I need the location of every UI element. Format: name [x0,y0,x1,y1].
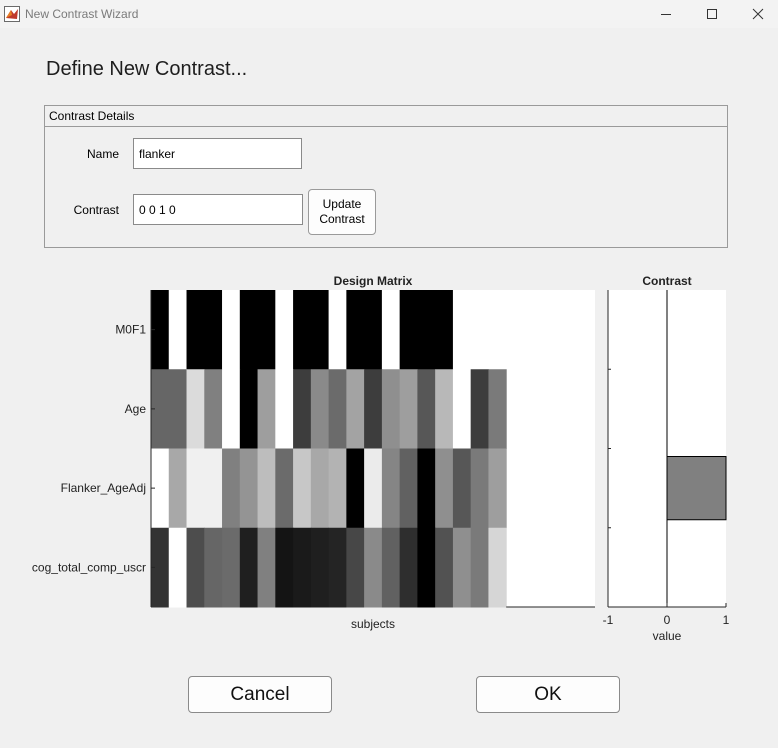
design-matrix-cell [204,369,223,449]
design-matrix-cell [381,527,401,608]
design-matrix-cell [257,369,276,449]
design-matrix-cell [310,290,330,370]
design-matrix-cell [222,369,241,449]
design-matrix-cell [452,290,472,370]
design-matrix-cell [168,448,188,529]
design-matrix-cell [186,290,205,370]
design-matrix-cell [168,527,188,608]
design-matrix-cell [328,448,347,529]
contrast-bar [666,456,727,521]
design-matrix-cell [293,290,312,370]
design-matrix-plot: M0F1 Age Flanker_AgeAdj cog_total_comp_uscr… [32,274,595,631]
design-matrix-cell [452,448,472,529]
design-matrix-cell [328,527,347,608]
design-matrix-cell [346,369,365,449]
design-matrix-cell [488,369,507,449]
design-matrix-title: Design Matrix [334,274,413,288]
design-matrix-cell [488,527,507,608]
ok-button[interactable]: OK [476,676,620,713]
design-matrix-cell [239,527,259,608]
contrast-plot: -1 0 1 Contrast value [603,274,730,643]
design-matrix-cell [417,527,436,608]
design-matrix-cell [470,448,489,529]
design-matrix-cell [364,369,383,449]
cancel-button[interactable]: Cancel [188,676,332,713]
plots-area: M0F1 Age Flanker_AgeAdj cog_total_comp_uscr… [32,274,730,643]
design-matrix-cell [399,527,418,608]
design-matrix-cell [470,290,489,370]
design-matrix-cell [364,448,383,529]
design-matrix-cell [293,369,312,449]
design-matrix-cell [328,369,347,449]
design-matrix-xlabel: subjects [351,617,395,631]
design-matrix-cell [186,448,205,529]
design-matrix-cell [399,290,418,370]
design-matrix-cell [204,448,223,529]
design-matrix-cell [346,448,365,529]
design-matrix-tick-label: cog_total_comp_uscr [32,560,146,574]
contrast-x-tick-label: 1 [723,613,730,627]
design-matrix-cell [488,448,507,529]
design-matrix-cell [257,290,276,370]
design-matrix-cell [364,527,383,608]
design-matrix-cell [470,369,489,449]
design-matrix-cell [435,527,454,608]
design-matrix-cell [381,448,401,529]
design-matrix-cell [381,369,401,449]
design-matrix-cell [239,290,259,370]
design-matrix-cell [452,369,472,449]
design-matrix-cell [222,290,241,370]
contrast-x-tick-label: -1 [603,613,614,627]
design-matrix-tick-label: Flanker_AgeAdj [61,481,146,495]
contrast-x-tick-label: 0 [664,613,671,627]
design-matrix-cell [452,527,472,608]
design-matrix-cell [399,369,418,449]
design-matrix-cell [222,448,241,529]
design-matrix-cell [293,448,312,529]
contrast-plot-title: Contrast [642,274,691,288]
design-matrix-cell [186,527,205,608]
design-matrix-cell [257,448,276,529]
design-matrix-cell [275,448,294,529]
design-matrix-cell [168,369,188,449]
design-matrix-cell [204,527,223,608]
design-matrix-tick-label: Age [125,402,147,416]
design-matrix-cell [417,448,436,529]
design-matrix-cell [222,527,241,608]
design-matrix-cell [435,369,454,449]
design-matrix-cell [204,290,223,370]
design-matrix-cell [275,527,294,608]
design-matrix-cell [346,290,365,370]
design-matrix-cell [488,290,507,370]
design-matrix-cell [310,448,330,529]
design-matrix-cell [186,369,205,449]
design-matrix-cell [310,527,330,608]
design-matrix-cell [293,527,312,608]
design-matrix-cell [399,448,418,529]
design-matrix-cell [435,290,454,370]
design-matrix-cell [275,369,294,449]
design-matrix-tick-label: M0F1 [115,323,146,337]
design-matrix-cell [381,290,401,370]
design-matrix-cell [310,369,330,449]
design-matrix-cell [364,290,383,370]
design-matrix-cell [257,527,276,608]
design-matrix-cell [417,369,436,449]
design-matrix-cell [346,527,365,608]
design-matrix-cell [239,448,259,529]
design-matrix-cell [239,369,259,449]
design-matrix-cell [168,290,188,370]
design-matrix-cell [275,290,294,370]
design-matrix-cell [417,290,436,370]
contrast-plot-xlabel: value [653,629,682,643]
design-matrix-cell [328,290,347,370]
design-matrix-cell [470,527,489,608]
design-matrix-cell [435,448,454,529]
